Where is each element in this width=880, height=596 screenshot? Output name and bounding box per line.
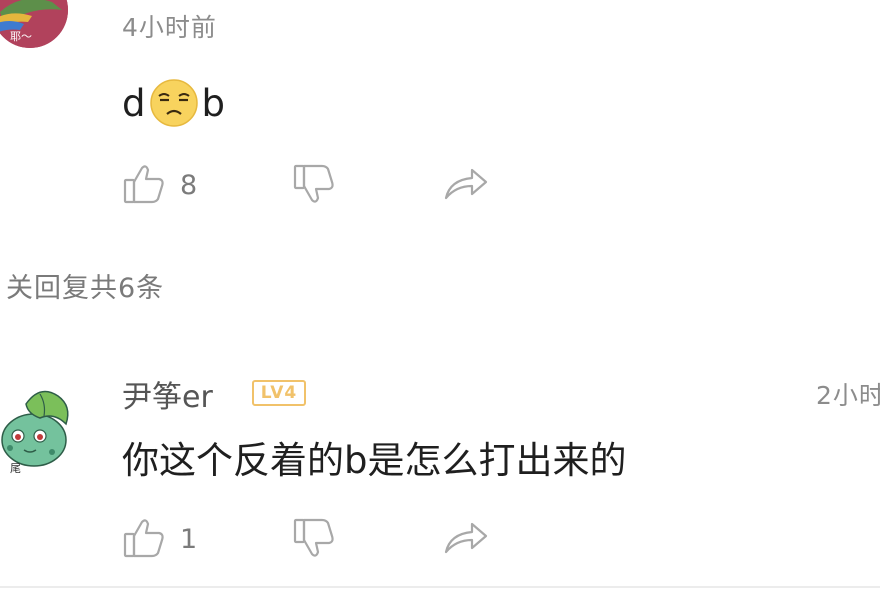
thumbs-down-icon (293, 518, 334, 557)
avatar-label: 尾 (10, 462, 21, 474)
like-count: 1 (180, 524, 198, 555)
avatar[interactable]: 耶～ (0, 0, 68, 48)
comment-timestamp: 2小时 (816, 381, 880, 410)
share-button[interactable] (442, 516, 490, 564)
thumbs-up-icon (123, 165, 164, 204)
replies-summary-toggle[interactable]: 关回复共6条 (6, 266, 164, 305)
comment-item: 尾 尹筝er LV4 2小时 你这个反着的b是怎么打出来的 1 (0, 340, 880, 596)
avatar[interactable]: 尾 (0, 374, 72, 475)
avatar-label: 耶～ (10, 30, 32, 43)
share-arrow-icon (444, 168, 488, 200)
share-arrow-icon (444, 522, 488, 554)
dislike-button[interactable] (292, 162, 336, 210)
dazed-face-emoji-icon (149, 78, 199, 128)
thumbs-down-icon (293, 164, 334, 203)
share-button[interactable] (442, 162, 490, 210)
content-prefix: d (122, 81, 146, 125)
comment-content: d b (122, 78, 225, 128)
thumbs-up-icon (123, 519, 164, 558)
like-count: 8 (180, 170, 198, 201)
comment-item: 耶～ 4小时前 d b 8 (0, 0, 880, 245)
dislike-button[interactable] (292, 516, 336, 564)
like-button[interactable]: 8 (122, 162, 197, 210)
divider (0, 586, 880, 588)
comment-content: 你这个反着的b是怎么打出来的 (122, 439, 627, 482)
like-button[interactable]: 1 (122, 516, 197, 564)
username[interactable]: 尹筝er (122, 372, 213, 416)
level-badge: LV4 (252, 380, 306, 406)
content-suffix: b (201, 81, 226, 125)
comment-timestamp: 4小时前 (122, 13, 217, 42)
